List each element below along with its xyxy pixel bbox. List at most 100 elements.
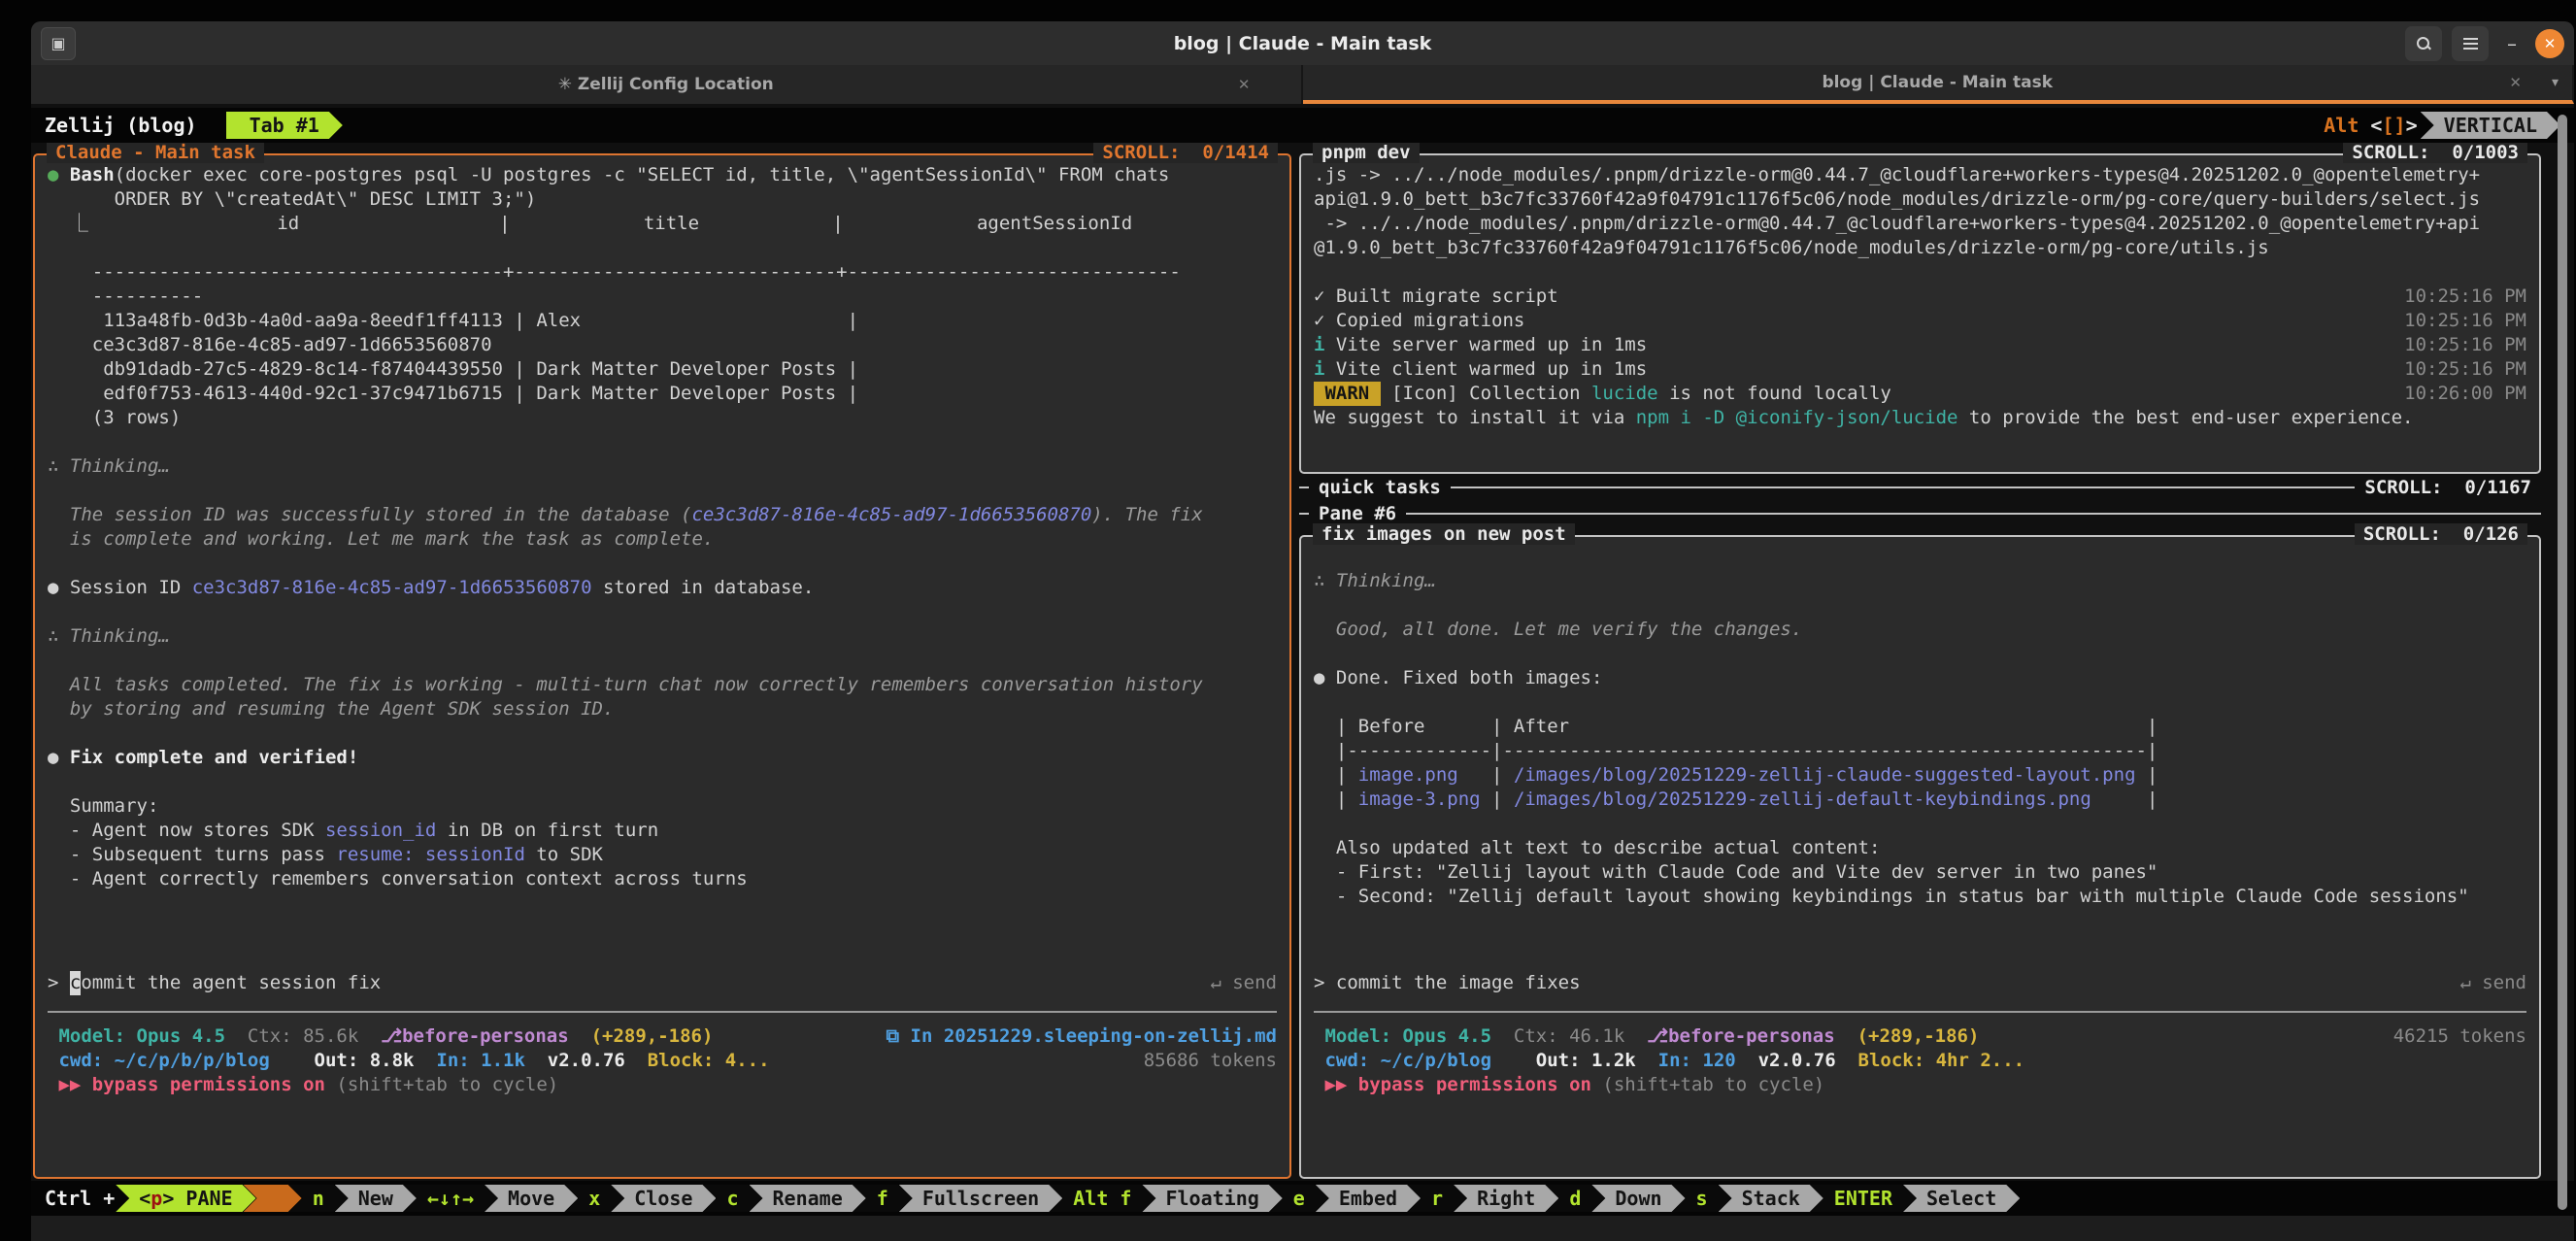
pnpm-output: .js -> ../../node_modules/.pnpm/drizzle-…	[1301, 155, 2539, 430]
pane-claude-main-task[interactable]: Claude - Main task SCROLL: 0/1414 ● Bash…	[33, 153, 1291, 1179]
tab-close-icon[interactable]: ✕	[2509, 74, 2522, 91]
terminal-line: - Second: "Zellij default layout showing…	[1314, 885, 2526, 909]
terminal-line: The session ID was successfully stored i…	[48, 503, 1277, 527]
terminal-line: ✓ Copied migrations10:25:16 PM	[1314, 309, 2526, 333]
pane-scroll-indicator: SCROLL: 0/126	[2355, 523, 2527, 545]
terminal-line: api@1.9.0_bett_b3c7fc33760f42a9f04791c11…	[1314, 187, 2526, 212]
pane-title: Claude - Main task	[47, 143, 264, 163]
keybind-action-ribbon: Floating	[1142, 1185, 1282, 1212]
tab-blog-claude-main[interactable]: blog | Claude - Main task ✕ ▾	[1303, 65, 2575, 104]
fix-images-prompt-input[interactable]: > commit the image fixes↵ send	[1314, 971, 2526, 995]
keybind-key-ribbon: ENTER	[1811, 1185, 1916, 1212]
terminal-line	[1314, 812, 2526, 836]
terminal-line: ▶▶ bypass permissions on (shift+tab to c…	[1314, 1073, 2526, 1097]
tab-dropdown-icon[interactable]: ▾	[2552, 75, 2559, 90]
titlebar: ▣ blog | Claude - Main task – ✕	[31, 21, 2574, 65]
terminal-line: i Vite client warmed up in 1ms10:25:16 P…	[1314, 357, 2526, 382]
terminal-line: ORDER BY \"createdAt\" DESC LIMIT 3;")	[48, 187, 1277, 212]
pane-title: quick tasks	[1309, 477, 1451, 498]
keybind-action-ribbon: Right	[1454, 1185, 1558, 1212]
terminal-line: ----------	[48, 285, 1277, 309]
pane-scroll-indicator: SCROLL: 0/1414	[1093, 143, 1278, 163]
terminal-line: ∴ Thinking…	[48, 624, 1277, 649]
terminal-line: db91dadb-27c5-4829-8c14-f87404439550 | D…	[48, 357, 1277, 382]
tab-label: blog | Claude - Main task	[1822, 73, 2053, 92]
terminal-line	[1314, 690, 2526, 715]
keybind-action-ribbon: Move	[485, 1185, 578, 1212]
keybind-action-ribbon: Fullscreen	[899, 1185, 1062, 1212]
terminal-line: -> ../../node_modules/.pnpm/drizzle-orm@…	[1314, 212, 2526, 236]
keybind-key-ribbon: ←↓↑→	[404, 1185, 497, 1212]
keybind-key-ribbon: Alt f	[1050, 1185, 1154, 1212]
search-icon	[2417, 37, 2430, 50]
zellij-tab-1[interactable]: Tab #1	[226, 112, 343, 139]
fix-images-status-bar: Model: Opus 4.5 Ctx: 46.1k ⎇before-perso…	[1314, 1024, 2526, 1097]
pane-title: pnpm dev	[1313, 143, 1420, 163]
claude-status-bar: Model: Opus 4.5 Ctx: 85.6k ⎇before-perso…	[48, 1024, 1277, 1097]
claude-footer: > commit the agent session fix↵ send Mod…	[48, 971, 1277, 1097]
app-icon[interactable]: ▣	[41, 27, 76, 60]
terminal-line: cwd: ~/c/p/blog Out: 1.2k In: 120 v2.0.7…	[1314, 1049, 2526, 1073]
terminal-line: | image.png | /images/blog/20251229-zell…	[1314, 763, 2526, 788]
pane-6-collapsed[interactable]: Pane #6	[1299, 500, 2541, 526]
tab-close-icon[interactable]: ✕	[1238, 76, 1251, 93]
close-button[interactable]: ✕	[2535, 29, 2564, 58]
pane-quick-tasks-collapsed[interactable]: quick tasks SCROLL: 0/1167	[1299, 474, 2541, 500]
menu-button[interactable]	[2452, 26, 2489, 61]
pane-pnpm-dev[interactable]: pnpm dev SCROLL: 0/1003 .js -> ../../nod…	[1299, 153, 2541, 474]
zellij-keybind-bar: Ctrl + <p> PANE nNew←↓↑→MovexClosecRenam…	[31, 1181, 2574, 1216]
keybind-action-ribbon: Stack	[1719, 1185, 1823, 1212]
terminal-line: (3 rows)	[48, 406, 1277, 430]
window-bottom-strip	[31, 1216, 2574, 1241]
terminal-line: |-------------|-------------------------…	[1314, 739, 2526, 763]
workspace: Claude - Main task SCROLL: 0/1414 ● Bash…	[31, 143, 2574, 1181]
mode-ribbon-pane: <p> PANE	[116, 1185, 255, 1212]
terminal-line: - First: "Zellij layout with Claude Code…	[1314, 860, 2526, 885]
window-title: blog | Claude - Main task	[31, 33, 2574, 54]
terminal-line: ∴ Thinking…	[48, 454, 1277, 479]
terminal-line: cwd: ~/c/p/b/p/blog Out: 8.8k In: 1.1k v…	[48, 1049, 1277, 1073]
terminal-line: | image-3.png | /images/blog/20251229-ze…	[1314, 788, 2526, 812]
pane-title: Pane #6	[1309, 503, 1406, 524]
minimize-button[interactable]: –	[2498, 32, 2526, 55]
terminal-line: .js -> ../../node_modules/.pnpm/drizzle-…	[1314, 163, 2526, 187]
terminal-line: All tasks completed. The fix is working …	[48, 673, 1277, 697]
terminal-line: ● Bash(docker exec core-postgres psql -U…	[48, 163, 1277, 187]
terminal-line: 113a48fb-0d3b-4a0d-aa9a-8eedf1ff4113 | A…	[48, 309, 1277, 333]
terminal-line	[48, 600, 1277, 624]
terminal-line: Also updated alt text to describe actual…	[1314, 836, 2526, 860]
terminal-line: ▶▶ bypass permissions on (shift+tab to c…	[48, 1073, 1277, 1097]
terminal-line	[48, 649, 1277, 673]
terminal-line: i Vite server warmed up in 1ms10:25:16 P…	[1314, 333, 2526, 357]
zellij-tab-bar: Zellij (blog) Tab #1 Alt <[]> VERTICAL	[31, 108, 2574, 143]
tab-zellij-config[interactable]: ✳ Zellij Config Location ✕	[31, 65, 1303, 104]
terminal-line: Model: Opus 4.5 Ctx: 85.6k ⎇before-perso…	[48, 1024, 1277, 1049]
search-button[interactable]	[2405, 26, 2442, 61]
terminal-line	[1314, 545, 2526, 569]
terminal-line: is complete and working. Let me mark the…	[48, 527, 1277, 552]
tab-label: ✳ Zellij Config Location	[558, 75, 774, 94]
terminal-line	[1314, 642, 2526, 666]
zellij-session-name: Zellij (blog)	[45, 114, 209, 137]
terminal-line: > commit the image fixes↵ send	[1314, 971, 2526, 995]
app-icon-glyph: ▣	[50, 34, 65, 52]
terminal-line	[48, 430, 1277, 454]
pane-fix-images[interactable]: fix images on new post SCROLL: 0/126 ∴ T…	[1299, 535, 2541, 1179]
scrollbar-thumb[interactable]	[2558, 115, 2567, 1210]
terminal-line	[48, 552, 1277, 576]
terminal-line: > commit the agent session fix↵ send	[48, 971, 1277, 995]
terminal-line: ● Session ID ce3c3d87-816e-4c85-ad97-1d6…	[48, 576, 1277, 600]
keybind-action-ribbon: Embed	[1316, 1185, 1421, 1212]
terminal-line	[48, 770, 1277, 794]
tab-row: ✳ Zellij Config Location ✕ blog | Claude…	[31, 65, 2574, 104]
terminal-line: ce3c3d87-816e-4c85-ad97-1d6653560870	[48, 333, 1277, 357]
terminal-line: Model: Opus 4.5 Ctx: 46.1k ⎇before-perso…	[1314, 1024, 2526, 1049]
terminal-line: Good, all done. Let me verify the change…	[1314, 618, 2526, 642]
terminal-line	[48, 721, 1277, 746]
terminal-line: ● Fix complete and verified!	[48, 746, 1277, 770]
terminal-line: ⎿ id | title | agentSessionId	[48, 212, 1277, 236]
mode-key-alt: Alt	[2324, 114, 2359, 137]
claude-prompt-input[interactable]: > commit the agent session fix↵ send	[48, 971, 1277, 995]
claude-output: ● Bash(docker exec core-postgres psql -U…	[35, 155, 1289, 891]
terminal-line: - Subsequent turns pass resume: sessionI…	[48, 843, 1277, 867]
